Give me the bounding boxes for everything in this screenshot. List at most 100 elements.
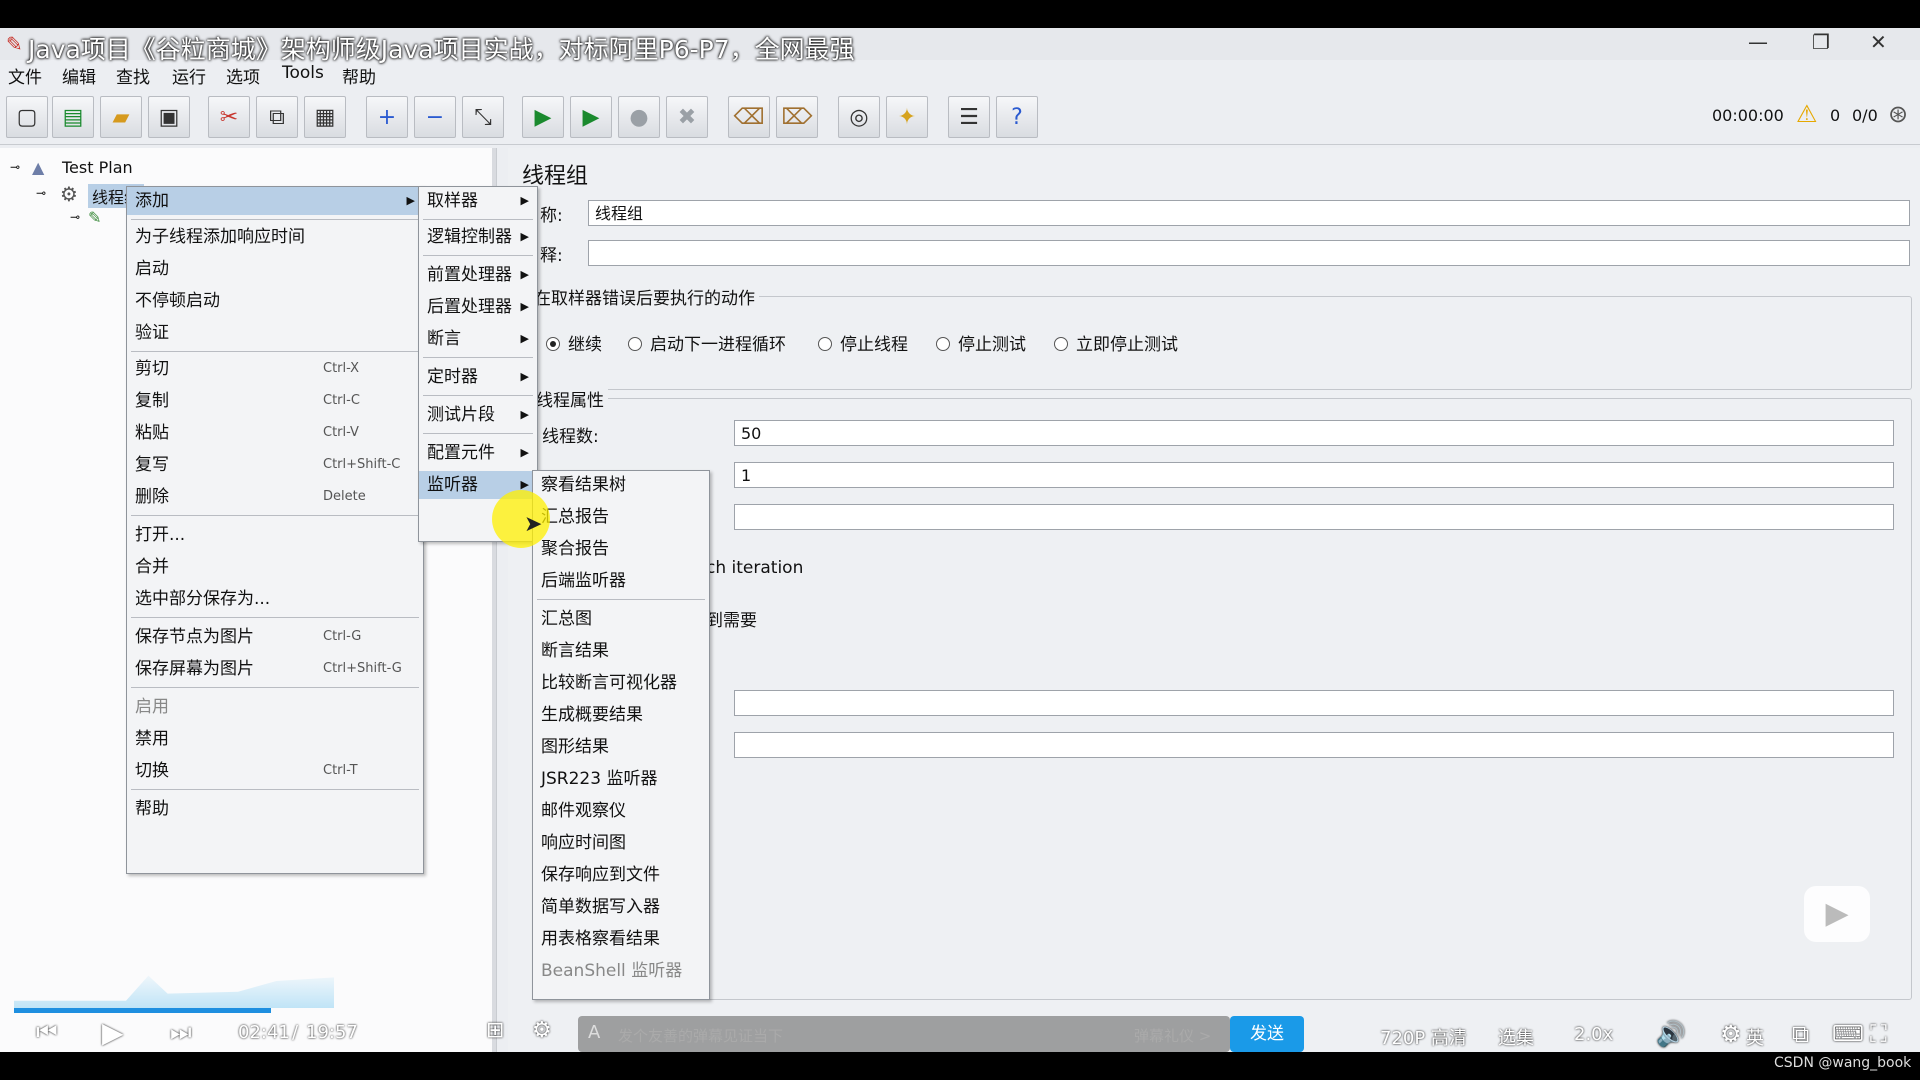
danmu-settings-icon[interactable]: ⚙	[532, 1018, 552, 1043]
startup-delay-input[interactable]	[734, 732, 1894, 758]
listener-simple-data-writer[interactable]: 简单数据写入器	[533, 893, 709, 921]
menu-item-cut[interactable]: 剪切 Ctrl-X	[127, 355, 423, 383]
toggle-icon[interactable]: ⤡	[462, 96, 504, 138]
comment-input[interactable]	[588, 240, 1910, 266]
menu-item-open[interactable]: 打开...	[127, 521, 423, 549]
menu-item-save-screen-image[interactable]: 保存屏幕为图片 Ctrl+Shift-G	[127, 655, 423, 683]
radio-continue[interactable]: 继续	[546, 330, 602, 355]
menu-item-merge[interactable]: 合并	[127, 553, 423, 581]
shutdown-icon[interactable]: ✖	[666, 96, 708, 138]
listener-jsr223[interactable]: JSR223 监听器	[533, 765, 709, 793]
listener-view-results-table[interactable]: 用表格察看结果	[533, 925, 709, 953]
listener-view-results-tree[interactable]: 察看结果树	[533, 471, 709, 499]
speed-selector[interactable]: 2.0x	[1574, 1024, 1613, 1045]
menu-search[interactable]: 查找	[116, 63, 150, 88]
menu-run[interactable]: 运行	[172, 63, 206, 88]
menu-item-validate[interactable]: 验证	[127, 319, 423, 347]
send-danmu-button[interactable]: 发送	[1230, 1016, 1304, 1052]
close-button[interactable]: ✕	[1870, 30, 1887, 54]
tree-expand-icon[interactable]: ⊸	[36, 186, 46, 200]
submenu-item-logic-controller[interactable]: 逻辑控制器 ▶	[419, 223, 537, 251]
previous-icon[interactable]: ⏮	[36, 1018, 58, 1046]
paste-icon[interactable]: ▦	[304, 96, 346, 138]
stop-icon[interactable]: ●	[618, 96, 660, 138]
quality-selector[interactable]: 720P 高清	[1380, 1024, 1467, 1050]
play-icon[interactable]: ▶	[102, 1016, 124, 1049]
rampup-input[interactable]: 1	[734, 462, 1894, 488]
radio-start-next-loop[interactable]: 启动下一进程循环	[628, 330, 786, 355]
templates-icon[interactable]: ▤	[52, 96, 94, 138]
search-icon[interactable]: ◎	[838, 96, 880, 138]
menu-help[interactable]: 帮助	[342, 63, 376, 88]
listener-assertion-results[interactable]: 断言结果	[533, 637, 709, 665]
menu-item-copy[interactable]: 复制 Ctrl-C	[127, 387, 423, 415]
menu-item-start-no-pause[interactable]: 不停顿启动	[127, 287, 423, 315]
submenu-item-post-processor[interactable]: 后置处理器 ▶	[419, 293, 537, 321]
start-no-pause-icon[interactable]: ▶	[570, 96, 612, 138]
submenu-item-test-fragment[interactable]: 测试片段 ▶	[419, 401, 537, 429]
episodes-button[interactable]: 选集	[1498, 1024, 1534, 1050]
function-helper-icon[interactable]: ☰	[948, 96, 990, 138]
menu-item-toggle[interactable]: 切换 Ctrl-T	[127, 757, 423, 785]
submenu-item-sampler[interactable]: 取样器 ▶	[419, 187, 537, 215]
copy-icon[interactable]: ⧉	[256, 96, 298, 138]
next-icon[interactable]: ⏭	[170, 1018, 192, 1046]
volume-icon[interactable]: 🔊	[1656, 1020, 1686, 1048]
listener-response-time-graph[interactable]: 响应时间图	[533, 829, 709, 857]
fullscreen-icon[interactable]: ⛶	[1870, 1020, 1887, 1048]
menu-item-duplicate[interactable]: 复写 Ctrl+Shift-C	[127, 451, 423, 479]
collapse-icon[interactable]: −	[414, 96, 456, 138]
tree-expand-icon[interactable]: ⊸	[10, 160, 20, 174]
warning-icon[interactable]: ⚠	[1796, 100, 1818, 128]
duration-input[interactable]	[734, 690, 1894, 716]
listener-save-responses[interactable]: 保存响应到文件	[533, 861, 709, 889]
open-icon[interactable]: ▰	[100, 96, 142, 138]
listener-generate-summary[interactable]: 生成概要结果	[533, 701, 709, 729]
start-icon[interactable]: ▶	[522, 96, 564, 138]
maximize-button[interactable]: ❐	[1812, 30, 1830, 54]
submenu-item-assertion[interactable]: 断言 ▶	[419, 325, 537, 353]
danmu-toggle-icon[interactable]: ⊞	[486, 1018, 504, 1043]
listener-aggregate-report[interactable]: 聚合报告	[533, 535, 709, 563]
listener-summary-report[interactable]: 汇总报告	[533, 503, 709, 531]
listener-mailer[interactable]: 邮件观察仪	[533, 797, 709, 825]
threads-input[interactable]: 50	[734, 420, 1894, 446]
menu-item-add-response-time[interactable]: 为子线程添加响应时间	[127, 223, 423, 251]
listener-backend-listener[interactable]: 后端监听器	[533, 567, 709, 595]
listener-comparison-visualizer[interactable]: 比较断言可视化器	[533, 669, 709, 697]
loop-count-input[interactable]	[734, 504, 1894, 530]
minimize-button[interactable]: —	[1748, 30, 1768, 54]
clear-icon[interactable]: ⌫	[728, 96, 770, 138]
menu-item-save-node-image[interactable]: 保存节点为图片 Ctrl-G	[127, 623, 423, 651]
listener-aggregate-graph[interactable]: 汇总图	[533, 605, 709, 633]
submenu-item-config-element[interactable]: 配置元件 ▶	[419, 439, 537, 467]
menu-item-help[interactable]: 帮助	[127, 795, 423, 823]
expand-icon[interactable]: +	[366, 96, 408, 138]
save-icon[interactable]: ▣	[148, 96, 190, 138]
clear-all-icon[interactable]: ⌦	[776, 96, 818, 138]
new-icon[interactable]: ▢	[6, 96, 48, 138]
radio-stop-thread[interactable]: 停止线程	[818, 330, 908, 355]
video-play-overlay-icon[interactable]: ▶	[1804, 886, 1870, 942]
menu-item-add[interactable]: 添加 ▶	[127, 187, 423, 215]
menu-file[interactable]: 文件	[8, 63, 42, 88]
radio-stop-test[interactable]: 停止测试	[936, 330, 1026, 355]
menu-item-start[interactable]: 启动	[127, 255, 423, 283]
submenu-item-pre-processor[interactable]: 前置处理器 ▶	[419, 261, 537, 289]
cut-icon[interactable]: ✂	[208, 96, 250, 138]
radio-stop-test-now[interactable]: 立即停止测试	[1054, 330, 1178, 355]
menu-tools[interactable]: Tools	[282, 63, 324, 83]
listener-beanshell[interactable]: BeanShell 监听器	[533, 957, 709, 985]
reset-search-icon[interactable]: ✦	[886, 96, 928, 138]
tree-node-test-plan[interactable]: Test Plan	[62, 158, 133, 177]
tree-expand-icon[interactable]: ⊸	[70, 210, 80, 224]
submenu-item-timer[interactable]: 定时器 ▶	[419, 363, 537, 391]
settings-icon[interactable]: ⚙	[1720, 1020, 1742, 1048]
menu-item-paste[interactable]: 粘贴 Ctrl-V	[127, 419, 423, 447]
danmu-input[interactable]: A 发个友善的弹幕见证当下 弹幕礼仪 >	[578, 1016, 1230, 1052]
menu-options[interactable]: 选项	[226, 63, 260, 88]
danmu-etiquette-link[interactable]: 弹幕礼仪 >	[1134, 1025, 1211, 1046]
menu-item-delete[interactable]: 删除 Delete	[127, 483, 423, 511]
name-input[interactable]: 线程组	[588, 200, 1910, 226]
listener-graph-results[interactable]: 图形结果	[533, 733, 709, 761]
